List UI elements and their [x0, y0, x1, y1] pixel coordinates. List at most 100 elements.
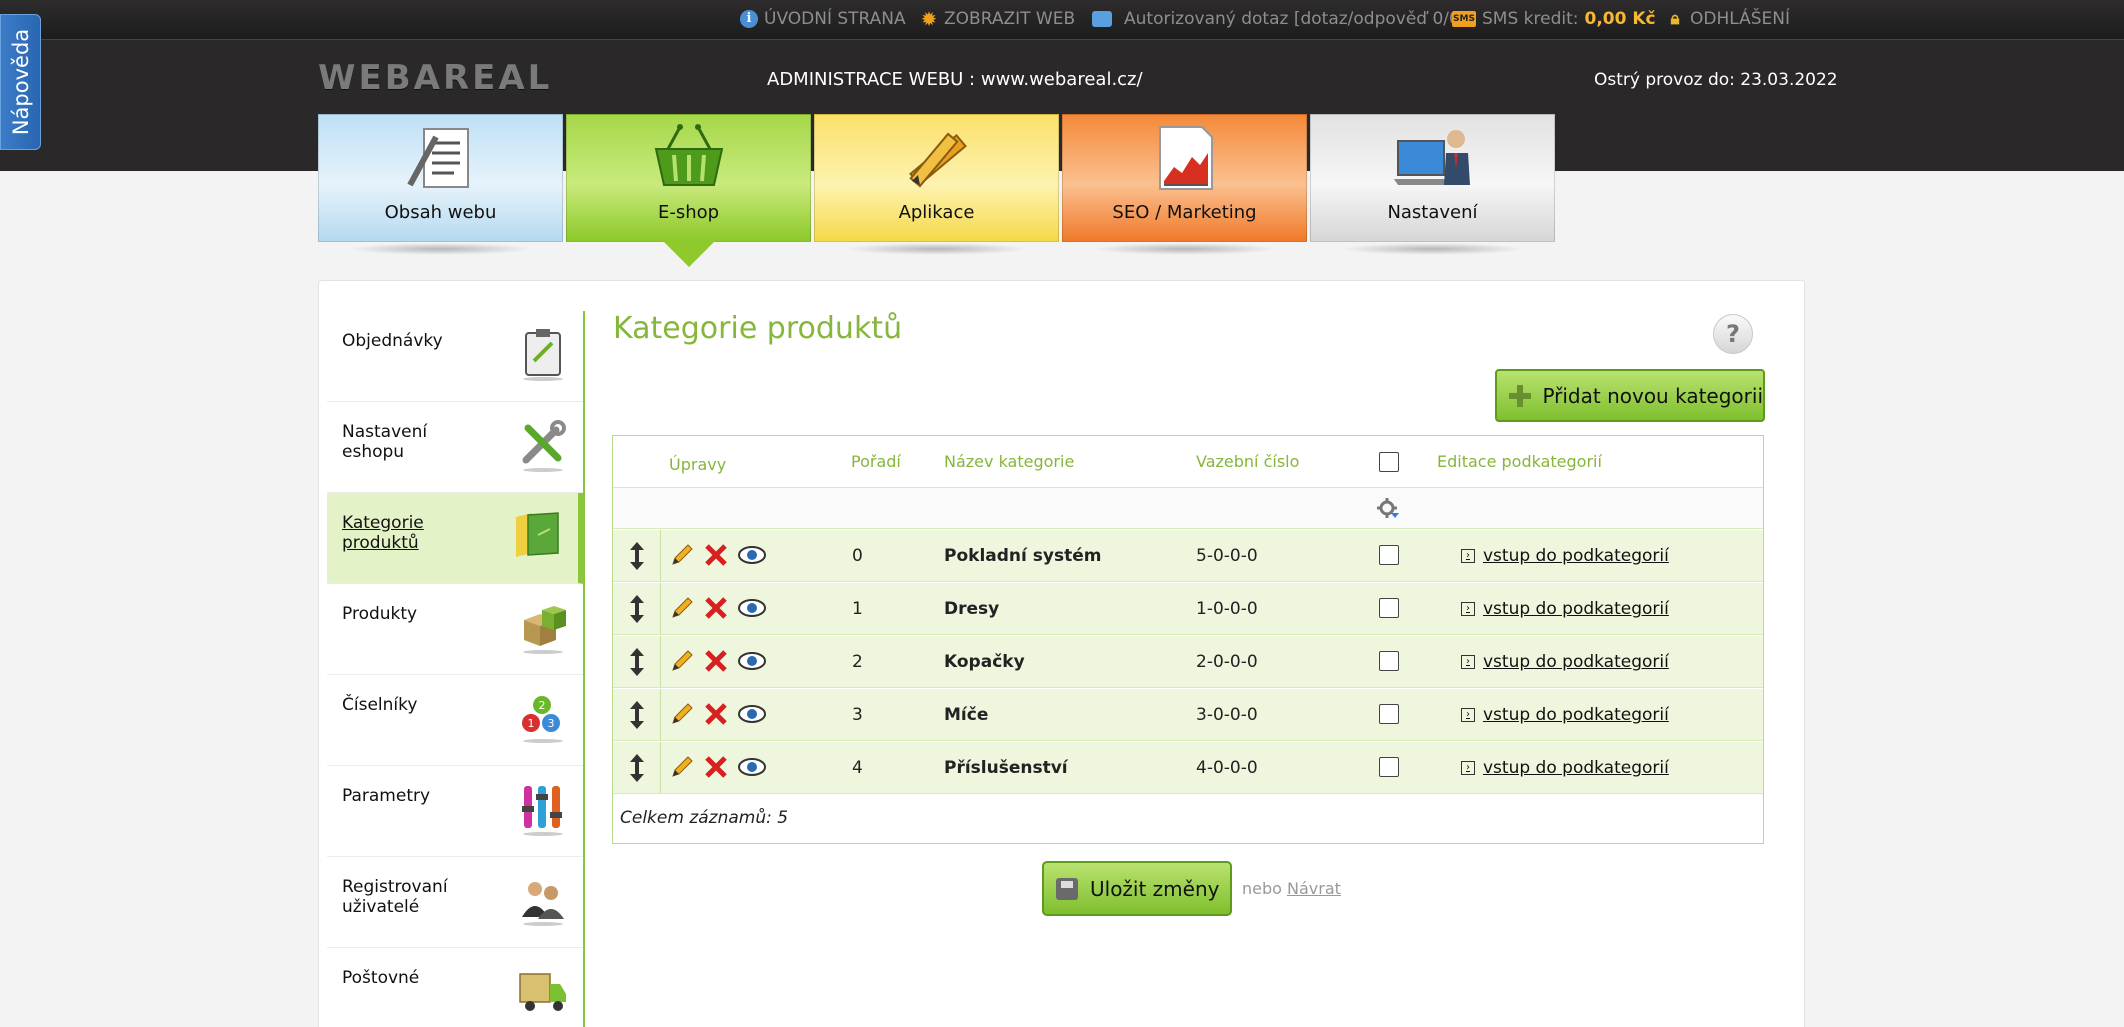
- sidebar-item-label: Číselníky: [342, 695, 418, 715]
- row-checkbox[interactable]: [1379, 757, 1399, 777]
- help-side-tab[interactable]: Nápověda: [0, 14, 41, 150]
- nav-tile-content-label: Obsah webu: [384, 202, 497, 223]
- nav-tile-content[interactable]: Obsah webu: [318, 114, 563, 255]
- header-name[interactable]: Název kategorie: [944, 452, 1074, 471]
- sidebar-item-parameters[interactable]: Parametry: [327, 766, 584, 857]
- help-side-tab-label: Nápověda: [8, 28, 33, 136]
- sidebar-item-codebooks[interactable]: Číselníky 2 1 3: [327, 675, 584, 766]
- header-edits: Úpravy: [669, 455, 727, 474]
- deadline-text: Ostrý provoz do: 23.03.2022: [1594, 70, 1838, 90]
- show-web-link[interactable]: ✹ ZOBRAZIT WEB: [920, 9, 1076, 29]
- delete-icon[interactable]: [703, 701, 729, 727]
- logout-link[interactable]: 🔒︎ ODHLÁŠENÍ: [1666, 9, 1790, 29]
- sms-credit[interactable]: SMS SMS kredit: 0,00 Kč: [1452, 9, 1656, 29]
- view-icon[interactable]: [737, 648, 767, 674]
- save-button[interactable]: Uložit změny: [1042, 861, 1232, 916]
- logo[interactable]: WEBAREAL: [318, 58, 552, 98]
- subcategory-link[interactable]: › vstup do podkategorií: [1461, 599, 1669, 619]
- add-category-button-label: Přidat novou kategorii: [1542, 383, 1763, 408]
- content-panel: Objednávky Nastavení eshopu Kategorie pr…: [318, 280, 1805, 1027]
- drag-handle-icon[interactable]: [629, 648, 645, 676]
- delete-icon[interactable]: [703, 595, 729, 621]
- sidebar-item-users[interactable]: Registrovaní uživatelé: [327, 857, 584, 948]
- edit-icon[interactable]: [669, 542, 695, 568]
- main-nav: Obsah webu E-shop Aplikace SEO / Marketi…: [318, 114, 1555, 267]
- nav-tile-seo-label: SEO / Marketing: [1112, 202, 1257, 223]
- table-row: 4 Příslušenství 4-0-0-0 › vstup do podkat…: [613, 742, 1763, 794]
- wrench-icon: [522, 420, 566, 472]
- subcategory-link[interactable]: › vstup do podkategorií: [1461, 705, 1669, 725]
- view-icon[interactable]: [737, 701, 767, 727]
- or-text: nebo: [1242, 879, 1282, 898]
- numbers-icon: 2 1 3: [522, 696, 563, 743]
- home-link[interactable]: i ÚVODNÍ STRANA: [740, 9, 906, 29]
- view-icon[interactable]: [737, 754, 767, 780]
- edit-icon[interactable]: [669, 648, 695, 674]
- sidebar-item-eshop-settings[interactable]: Nastavení eshopu: [327, 402, 584, 493]
- sidebar-item-label: Nastavení eshopu: [342, 422, 428, 462]
- sidebar-item-orders[interactable]: Objednávky: [327, 311, 584, 402]
- drag-handle-icon[interactable]: [629, 754, 645, 782]
- sliders-icon: [522, 786, 563, 836]
- sidebar-item-products[interactable]: Produkty: [327, 584, 584, 675]
- subcategory-link[interactable]: › vstup do podkategorií: [1461, 652, 1669, 672]
- save-button-label: Uložit změny: [1090, 876, 1220, 901]
- header-order[interactable]: Pořadí: [851, 452, 901, 471]
- row-order: 0: [852, 546, 863, 566]
- drag-handle-icon[interactable]: [629, 701, 645, 729]
- drag-handle-icon[interactable]: [629, 542, 645, 570]
- row-order: 1: [852, 599, 863, 619]
- view-icon[interactable]: [737, 595, 767, 621]
- row-checkbox[interactable]: [1379, 704, 1399, 724]
- back-link[interactable]: Návrat: [1287, 879, 1341, 898]
- row-checkbox[interactable]: [1379, 651, 1399, 671]
- sidebar-item-categories[interactable]: Kategorie produktů: [327, 493, 584, 584]
- total-records: Celkem záznamů: 5: [620, 808, 789, 828]
- edit-icon[interactable]: [669, 754, 695, 780]
- header-code[interactable]: Vazební číslo: [1196, 452, 1299, 471]
- edit-icon[interactable]: [669, 701, 695, 727]
- svg-text:3: 3: [548, 717, 555, 730]
- chart-icon: [1158, 126, 1213, 190]
- lock-icon: 🔒︎: [1670, 9, 1680, 29]
- edit-icon[interactable]: [669, 595, 695, 621]
- nav-tile-settings-label: Nastavení: [1387, 202, 1478, 223]
- enter-icon: ›: [1461, 549, 1475, 563]
- svg-text:1: 1: [528, 717, 535, 730]
- table-bulk-row: [613, 488, 1763, 529]
- sms-value: 0,00 Kč: [1584, 9, 1656, 29]
- enter-icon: ›: [1461, 602, 1475, 616]
- help-question-icon[interactable]: ?: [1713, 314, 1753, 354]
- query-link[interactable]: Autorizovaný dotaz [dotaz/odpověď 0/0]: [1092, 9, 1466, 29]
- boxes-icon: [523, 606, 566, 654]
- chat-icon: [1092, 11, 1112, 27]
- table-row: 0 Pokladní systém 5-0-0-0 › vstup do podk…: [613, 530, 1763, 582]
- delete-icon[interactable]: [703, 754, 729, 780]
- nav-tile-seo[interactable]: SEO / Marketing: [1062, 114, 1307, 255]
- admin-title: ADMINISTRACE WEBU : www.webareal.cz/: [767, 69, 1143, 90]
- basket-icon: [654, 124, 723, 186]
- sms-icon: SMS: [1452, 11, 1476, 27]
- clipboard-icon: [523, 329, 563, 381]
- sidebar-item-label: Kategorie produktů: [342, 513, 424, 553]
- sidebar-item-label: Parametry: [342, 786, 431, 806]
- delete-icon[interactable]: [703, 648, 729, 674]
- delete-icon[interactable]: [703, 542, 729, 568]
- sidebar-item-shipping[interactable]: Poštovné: [327, 948, 584, 1027]
- row-checkbox[interactable]: [1379, 545, 1399, 565]
- select-all-checkbox[interactable]: [1379, 452, 1399, 472]
- laptop-icon: [1393, 130, 1470, 185]
- row-checkbox[interactable]: [1379, 598, 1399, 618]
- nav-tile-settings[interactable]: Nastavení: [1310, 114, 1555, 255]
- nav-tile-eshop-label: E-shop: [657, 202, 720, 223]
- gear-icon[interactable]: [1377, 498, 1401, 520]
- nav-tile-eshop[interactable]: E-shop: [566, 114, 811, 267]
- nav-tile-apps[interactable]: Aplikace: [814, 114, 1059, 255]
- subcategory-link[interactable]: › vstup do podkategorií: [1461, 546, 1669, 566]
- nav-tile-apps-label: Aplikace: [898, 202, 975, 223]
- view-icon[interactable]: [737, 542, 767, 568]
- add-category-button[interactable]: Přidat novou kategorii: [1495, 369, 1765, 422]
- sidebar-item-label: Objednávky: [342, 331, 443, 351]
- drag-handle-icon[interactable]: [629, 595, 645, 623]
- subcategory-link[interactable]: › vstup do podkategorií: [1461, 758, 1669, 778]
